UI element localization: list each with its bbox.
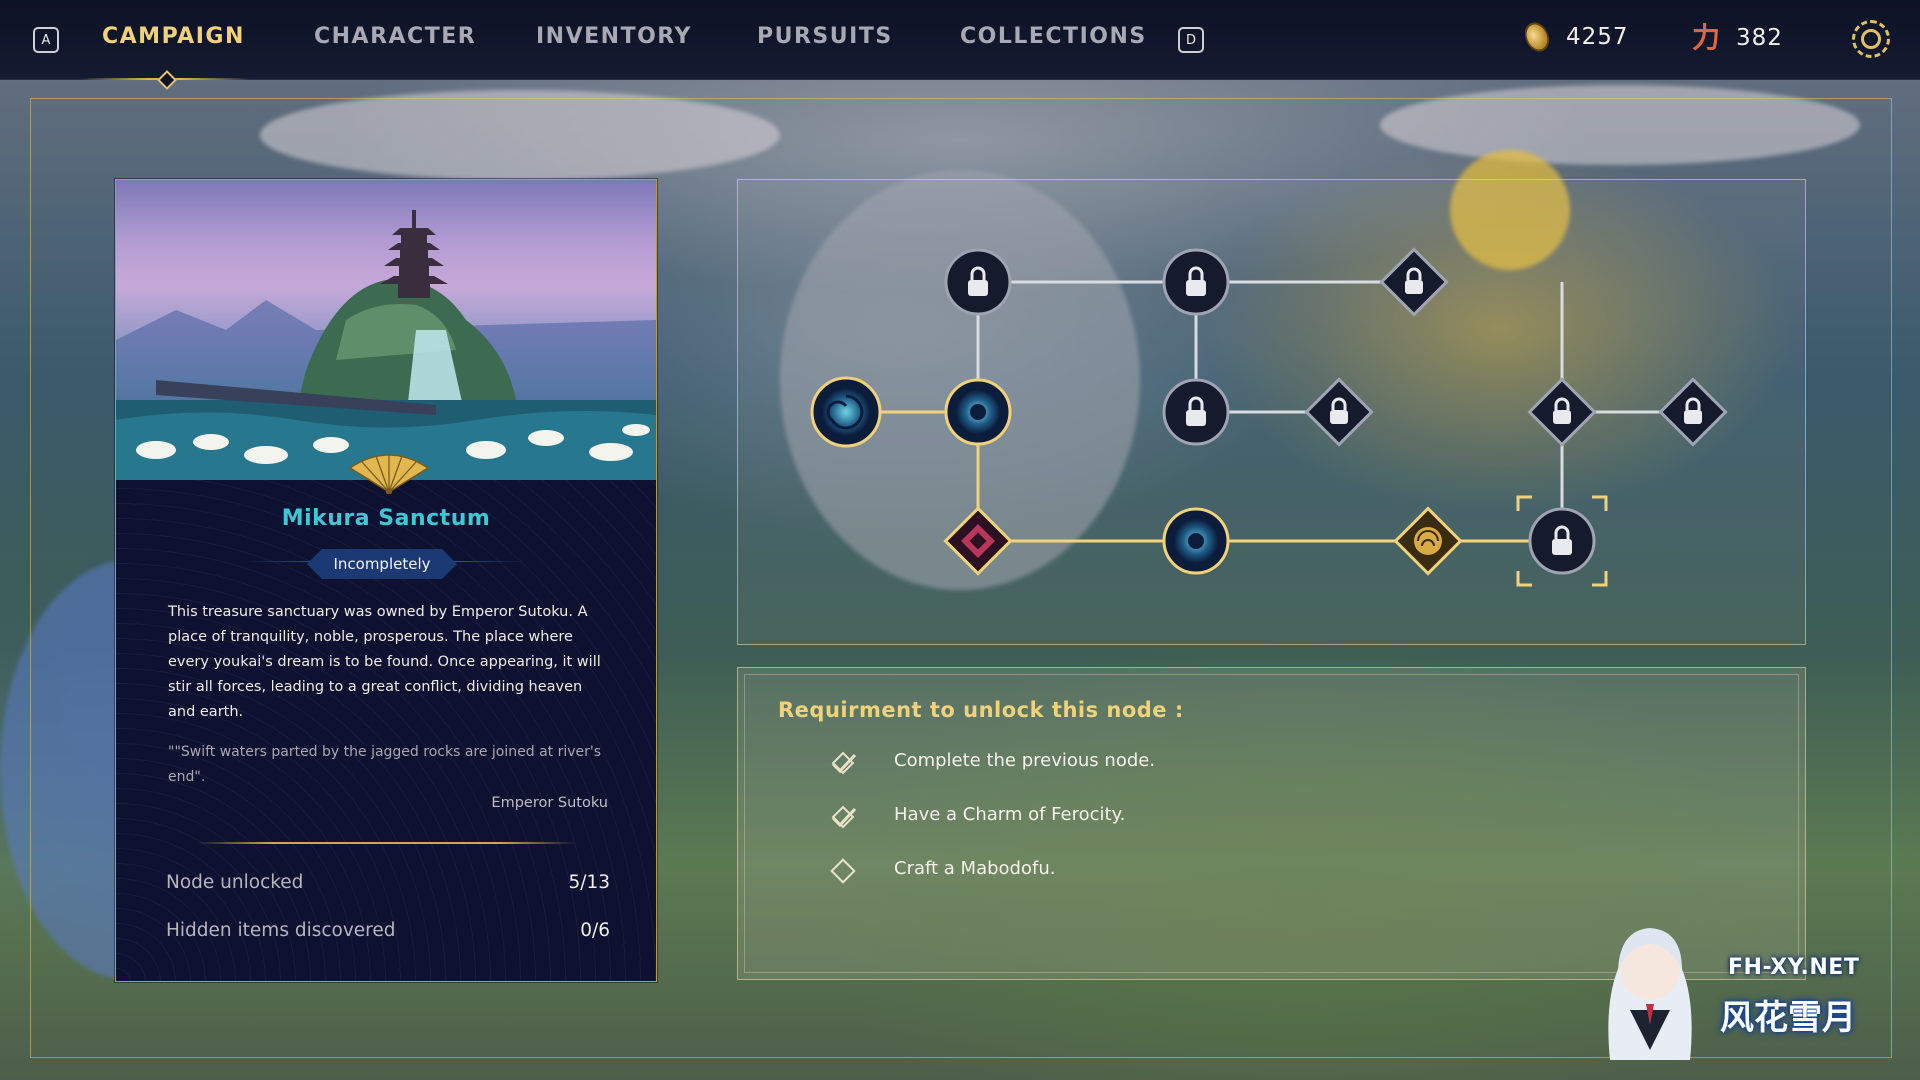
location-quote: ""Swift waters parted by the jagged rock… <box>168 744 602 785</box>
tree-node-selected-locked[interactable] <box>1516 495 1608 587</box>
tab-character[interactable]: CHARACTER <box>314 24 476 49</box>
stat-value: 0/6 <box>580 920 610 941</box>
tree-node-locked[interactable] <box>1304 377 1374 447</box>
requirements-title: Requirment to unlock this node : <box>778 698 1184 722</box>
tree-node-locked[interactable] <box>1162 248 1230 316</box>
tree-node-locked[interactable] <box>1162 378 1230 446</box>
tab-pursuits[interactable]: PURSUITS <box>757 24 893 49</box>
coins-value: 4257 <box>1566 24 1629 50</box>
tab-inventory[interactable]: INVENTORY <box>536 24 692 49</box>
location-description: This treasure sanctuary was owned by Emp… <box>168 604 601 720</box>
tree-node-unlocked[interactable] <box>1393 506 1463 576</box>
checked-diamond-icon <box>831 751 857 775</box>
stat-nodes-unlocked: Node unlocked 5/13 <box>166 872 610 893</box>
tab-collections[interactable]: COLLECTIONS <box>960 24 1147 49</box>
sanctum-landscape-image <box>116 210 656 480</box>
tree-node-unlocked[interactable] <box>943 506 1013 576</box>
stat-label: Node unlocked <box>166 872 304 893</box>
stat-value: 5/13 <box>568 872 610 893</box>
tree-node-locked[interactable] <box>1658 377 1728 447</box>
location-info-card: Mikura Sanctum This treasure sanctuary w… <box>115 179 657 982</box>
stats-divider <box>196 842 576 844</box>
active-tab-diamond-icon <box>157 70 177 90</box>
requirement-text: Complete the previous node. <box>894 750 1156 771</box>
tree-node-unlocked[interactable] <box>944 378 1012 446</box>
settings-gear-icon[interactable] <box>1852 20 1890 58</box>
campaign-node-tree <box>737 179 1806 645</box>
completion-status-badge: Incompletely <box>307 549 457 579</box>
requirement-item: Craft a Mabodofu. <box>828 856 1055 886</box>
coin-icon <box>1520 18 1554 56</box>
requirement-text: Have a Charm of Ferocity. <box>894 804 1126 825</box>
checked-diamond-icon <box>831 805 857 829</box>
location-illustration <box>116 180 656 480</box>
tab-campaign[interactable]: CAMPAIGN <box>102 24 245 49</box>
currency-power: 力 382 <box>1690 22 1783 54</box>
tree-node-locked[interactable] <box>1527 377 1597 447</box>
watermark-site: FH-XY.NET <box>1728 955 1860 980</box>
requirement-item: Complete the previous node. <box>828 748 1155 778</box>
key-hint-prev[interactable]: A <box>33 27 59 53</box>
quote-author: Emperor Sutoku <box>491 795 608 811</box>
node-tree-graph <box>810 247 1728 587</box>
requirement-item: Have a Charm of Ferocity. <box>828 802 1125 832</box>
tree-node-locked[interactable] <box>944 248 1012 316</box>
stat-label: Hidden items discovered <box>166 920 396 941</box>
tree-node-locked[interactable] <box>1379 247 1449 317</box>
empty-diamond-icon <box>830 858 856 884</box>
key-hint-next[interactable]: D <box>1178 27 1204 53</box>
watermark-logo-text: 风花雪月 <box>1720 998 1856 1038</box>
currency-coins: 4257 <box>1520 18 1629 56</box>
power-kanji-icon: 力 <box>1691 21 1720 54</box>
location-title: Mikura Sanctum <box>281 506 491 531</box>
gold-fan-icon <box>348 454 430 494</box>
stat-hidden-items: Hidden items discovered 0/6 <box>166 920 610 941</box>
watermark-mascot-image <box>1608 928 1692 1060</box>
requirement-text: Craft a Mabodofu. <box>894 858 1056 879</box>
top-navigation-bar: A CAMPAIGN CHARACTER INVENTORY PURSUITS … <box>0 0 1920 90</box>
tree-node-unlocked[interactable] <box>1162 507 1230 575</box>
power-value: 382 <box>1736 25 1783 51</box>
tree-node-unlocked[interactable] <box>810 376 882 448</box>
